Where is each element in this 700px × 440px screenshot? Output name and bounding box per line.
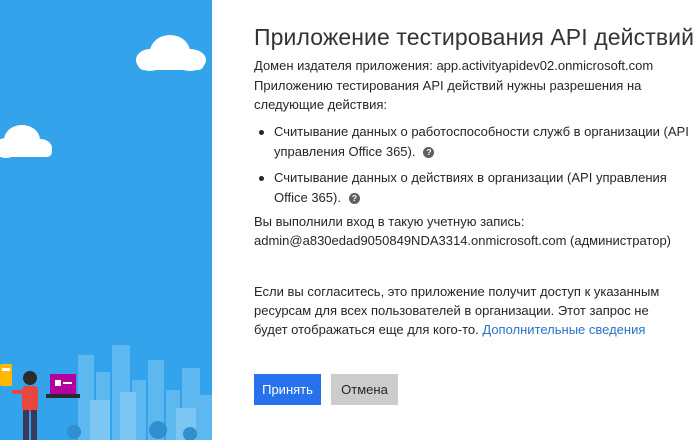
cloud-icon — [0, 125, 52, 158]
permission-text: Считывание данных о действиях в организа… — [274, 170, 667, 205]
permission-text: Считывание данных о работоспособности сл… — [274, 124, 689, 159]
permissions-intro: Приложению тестирования API действий нуж… — [254, 78, 642, 112]
bullet-dot — [259, 176, 264, 181]
accept-button[interactable]: Принять — [254, 374, 321, 405]
publisher-domain: Домен издателя приложения: app.activitya… — [254, 56, 694, 75]
hero-illustration — [0, 0, 212, 440]
publisher-domain-value: app.activityapidev02.onmicrosoft.com — [436, 58, 654, 73]
permission-item: Считывание данных о действиях в организа… — [254, 168, 694, 208]
signed-in-label: Вы выполнили вход в такую учетную запись… — [254, 214, 525, 229]
page-title: Приложение тестирования API действий — [254, 24, 695, 50]
cloud-icon — [136, 35, 206, 71]
person-figure — [12, 371, 38, 440]
signed-in-account: Вы выполнили вход в такую учетную запись… — [254, 212, 694, 250]
city-skyline-illustration — [0, 35, 212, 440]
help-circle-icon[interactable]: ? — [423, 147, 435, 158]
consent-description: Если вы согласитесь, это приложение полу… — [254, 282, 674, 339]
phone-icon — [0, 364, 12, 386]
bullet-dot — [259, 130, 264, 135]
permissions-list: Считывание данных о работоспособности сл… — [254, 122, 694, 214]
more-info-link[interactable]: Дополнительные сведения — [482, 322, 645, 337]
publisher-domain-label: Домен издателя приложения: — [254, 58, 437, 73]
laptop-icon — [46, 374, 80, 398]
consent-panel: Приложение тестирования API действий Дом… — [254, 0, 700, 440]
help-circle-icon[interactable]: ? — [348, 193, 360, 204]
cancel-button[interactable]: Отмена — [331, 374, 398, 405]
signed-in-account-value: admin@a830edad9050849NDA3314.onmicrosoft… — [254, 233, 672, 248]
permission-item: Считывание данных о работоспособности сл… — [254, 122, 694, 162]
